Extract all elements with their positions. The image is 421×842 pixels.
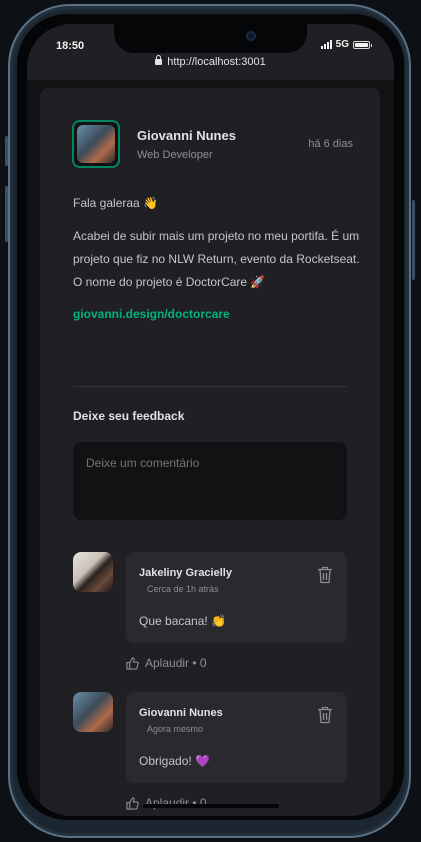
- post-timestamp: há 6 dias: [308, 138, 353, 150]
- address-bar[interactable]: http://localhost:3001: [27, 55, 394, 68]
- divider: [73, 386, 347, 387]
- comment-time: Cerca de 1h atrás: [147, 584, 219, 594]
- screen: 18:50 5G http://localhost:3001 Giovanni …: [27, 24, 394, 816]
- comment-author: Giovanni Nunes: [139, 707, 223, 719]
- side-button: [5, 136, 8, 166]
- post-card: Giovanni Nunes Web Developer há 6 dias F…: [40, 88, 380, 816]
- commenter-avatar[interactable]: [73, 552, 113, 592]
- trash-icon[interactable]: [317, 706, 333, 724]
- signal-icon: [320, 40, 332, 49]
- comment-text: Obrigado! 💜: [139, 754, 210, 768]
- comment-body: Giovanni Nunes Agora mesmo Obrigado! 💜: [126, 692, 347, 783]
- thumbs-up-icon: [126, 656, 139, 670]
- network-label: 5G: [335, 39, 349, 50]
- thumbs-up-icon: [126, 796, 139, 810]
- applaud-label: Aplaudir • 0: [145, 656, 207, 670]
- comment-time: Agora mesmo: [147, 724, 204, 734]
- comment-author: Jakeliny Gracielly: [139, 567, 232, 579]
- trash-icon[interactable]: [317, 566, 333, 584]
- commenter-avatar[interactable]: [73, 692, 113, 732]
- applaud-button[interactable]: Aplaudir • 0: [126, 656, 207, 670]
- url-text: http://localhost:3001: [167, 56, 266, 68]
- feedback-title: Deixe seu feedback: [73, 409, 185, 423]
- lock-icon: [155, 55, 163, 65]
- post-paragraph: Fala galeraa 👋: [73, 196, 158, 210]
- camera-icon: [246, 31, 256, 41]
- status-indicators: 5G: [320, 39, 372, 50]
- side-button: [5, 186, 8, 242]
- author-role: Web Developer: [137, 149, 213, 161]
- post-link[interactable]: giovanni.design/doctorcare: [73, 303, 363, 326]
- notch: [114, 24, 307, 53]
- status-time: 18:50: [56, 40, 85, 52]
- post-paragraph: Acabei de subir mais um projeto no meu p…: [73, 229, 360, 289]
- battery-icon: [353, 40, 372, 49]
- comment-text: Que bacana! 👏: [139, 614, 226, 628]
- comment-body: Jakeliny Gracielly Cerca de 1h atrás Que…: [126, 552, 347, 643]
- post-content: Fala galeraa 👋 Acabei de subir mais um p…: [73, 192, 363, 326]
- side-button: [412, 200, 415, 280]
- home-indicator: [143, 804, 279, 808]
- comment-input[interactable]: [73, 442, 347, 520]
